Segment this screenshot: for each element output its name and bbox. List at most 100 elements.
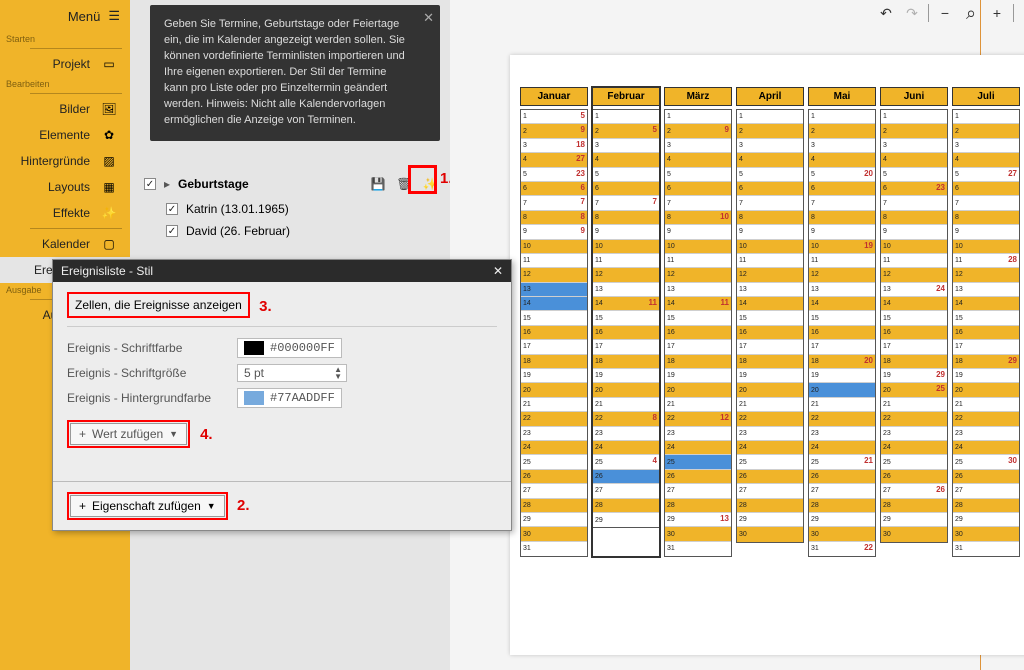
day-cell[interactable]: 22 xyxy=(737,412,803,426)
day-cell[interactable]: 25 xyxy=(593,124,659,138)
sidebar-item-effekte[interactable]: Effekte ✨ xyxy=(0,200,130,226)
day-cell[interactable]: 9 xyxy=(665,225,731,239)
day-cell[interactable]: 8 xyxy=(809,211,875,225)
day-cell[interactable]: 7 xyxy=(665,196,731,210)
day-cell[interactable]: 4 xyxy=(737,153,803,167)
day-cell[interactable]: 26 xyxy=(881,470,947,484)
day-cell[interactable]: 2 xyxy=(737,124,803,138)
day-cell[interactable]: 21 xyxy=(953,398,1019,412)
day-cell[interactable]: 3 xyxy=(665,139,731,153)
event-group-row[interactable]: ▸ Geburtstage 💾 🗑 ✨ xyxy=(130,170,450,198)
sidebar-item-layouts[interactable]: Layouts ▦ xyxy=(0,174,130,200)
day-cell[interactable]: 19 xyxy=(593,369,659,383)
day-cell[interactable]: 8 xyxy=(953,211,1019,225)
day-cell[interactable]: 21 xyxy=(665,398,731,412)
day-cell[interactable]: 16 xyxy=(665,326,731,340)
day-cell[interactable]: 27 xyxy=(665,484,731,498)
day-cell[interactable]: 27 xyxy=(809,484,875,498)
section-cells-header[interactable]: Zellen, die Ereignisse anzeigen xyxy=(67,292,250,318)
day-cell[interactable]: 17 xyxy=(593,340,659,354)
day-cell[interactable]: 25 xyxy=(881,455,947,469)
day-cell[interactable]: 1 xyxy=(953,110,1019,124)
day-cell[interactable]: 527 xyxy=(953,168,1019,182)
day-cell[interactable]: 15 xyxy=(809,311,875,325)
day-cell[interactable]: 19 xyxy=(953,369,1019,383)
day-cell[interactable]: 88 xyxy=(521,211,587,225)
day-cell[interactable]: 2 xyxy=(881,124,947,138)
day-cell[interactable]: 13 xyxy=(665,283,731,297)
day-cell[interactable]: 23 xyxy=(809,427,875,441)
day-cell[interactable]: 11 xyxy=(809,254,875,268)
checkbox-icon[interactable] xyxy=(166,225,178,237)
day-cell[interactable]: 22 xyxy=(809,412,875,426)
day-cell[interactable]: 26 xyxy=(593,470,659,484)
day-cell[interactable]: 29 xyxy=(665,124,731,138)
day-cell[interactable]: 520 xyxy=(809,168,875,182)
day-cell[interactable]: 1411 xyxy=(665,297,731,311)
day-cell[interactable]: 810 xyxy=(665,211,731,225)
day-cell[interactable]: 12 xyxy=(521,268,587,282)
day-cell[interactable]: 29 xyxy=(521,124,587,138)
day-cell[interactable]: 1 xyxy=(737,110,803,124)
day-cell[interactable]: 29 xyxy=(881,513,947,527)
day-cell[interactable]: 1829 xyxy=(953,355,1019,369)
day-cell[interactable]: 21 xyxy=(881,398,947,412)
day-cell[interactable]: 7 xyxy=(881,196,947,210)
day-cell[interactable]: 27 xyxy=(521,484,587,498)
day-cell[interactable]: 16 xyxy=(881,326,947,340)
day-cell[interactable]: 4 xyxy=(593,153,659,167)
day-cell[interactable]: 23 xyxy=(881,427,947,441)
day-cell[interactable]: 77 xyxy=(593,196,659,210)
day-cell[interactable]: 24 xyxy=(521,441,587,455)
day-cell[interactable]: 11 xyxy=(881,254,947,268)
day-cell[interactable]: 21 xyxy=(809,398,875,412)
day-cell[interactable]: 4 xyxy=(953,153,1019,167)
day-cell[interactable]: 523 xyxy=(521,168,587,182)
day-cell[interactable]: 1 xyxy=(881,110,947,124)
day-cell[interactable]: 22 xyxy=(521,412,587,426)
color-input[interactable]: #77AADDFF xyxy=(237,388,342,408)
day-cell[interactable]: 31 xyxy=(521,542,587,556)
day-cell[interactable]: 20 xyxy=(593,383,659,397)
day-cell[interactable]: 28 xyxy=(665,499,731,513)
day-cell[interactable]: 7 xyxy=(809,196,875,210)
day-cell[interactable]: 3 xyxy=(809,139,875,153)
day-cell[interactable]: 23 xyxy=(521,427,587,441)
day-cell[interactable]: 5 xyxy=(737,168,803,182)
day-cell[interactable]: 9 xyxy=(809,225,875,239)
day-cell[interactable]: 27 xyxy=(953,484,1019,498)
zoom-fit-icon[interactable]: ⌕ xyxy=(961,3,981,23)
day-cell[interactable]: 5 xyxy=(665,168,731,182)
chevron-right-icon[interactable]: ▸ xyxy=(164,177,170,191)
day-cell[interactable]: 18 xyxy=(881,355,947,369)
month-column[interactable]: März129345678109101112131411151617181920… xyxy=(664,87,732,557)
day-cell[interactable]: 3 xyxy=(881,139,947,153)
event-item-row[interactable]: David (26. Februar) xyxy=(130,220,450,242)
day-cell[interactable]: 3122 xyxy=(809,542,875,556)
day-cell[interactable]: 66 xyxy=(521,182,587,196)
day-cell[interactable]: 26 xyxy=(665,470,731,484)
day-cell[interactable]: 26 xyxy=(953,470,1019,484)
day-cell[interactable]: 10 xyxy=(881,240,947,254)
day-cell[interactable]: 5 xyxy=(593,168,659,182)
day-cell[interactable]: 29 xyxy=(953,513,1019,527)
day-cell[interactable]: 3 xyxy=(737,139,803,153)
day-cell[interactable]: 23 xyxy=(665,427,731,441)
day-cell[interactable]: 12 xyxy=(809,268,875,282)
day-cell[interactable]: 27 xyxy=(737,484,803,498)
sidebar-item-kalender[interactable]: Kalender ▢ xyxy=(0,231,130,257)
day-cell[interactable]: 20 xyxy=(953,383,1019,397)
menu-button[interactable]: Menü ☰ xyxy=(0,0,130,32)
day-cell[interactable]: 4 xyxy=(665,153,731,167)
checkbox-icon[interactable] xyxy=(144,178,156,190)
day-cell[interactable]: 30 xyxy=(953,527,1019,541)
redo-icon[interactable]: ↷ xyxy=(902,3,922,23)
calendar-page[interactable]: Januar1529318427523667788991011121314151… xyxy=(510,55,1024,655)
day-cell[interactable]: 25 xyxy=(521,455,587,469)
day-cell[interactable]: 12 xyxy=(737,268,803,282)
day-cell[interactable]: 26 xyxy=(737,470,803,484)
day-cell[interactable]: 12 xyxy=(953,268,1019,282)
day-cell[interactable]: 2 xyxy=(809,124,875,138)
day-cell[interactable]: 24 xyxy=(881,441,947,455)
day-cell[interactable]: 25 xyxy=(737,455,803,469)
